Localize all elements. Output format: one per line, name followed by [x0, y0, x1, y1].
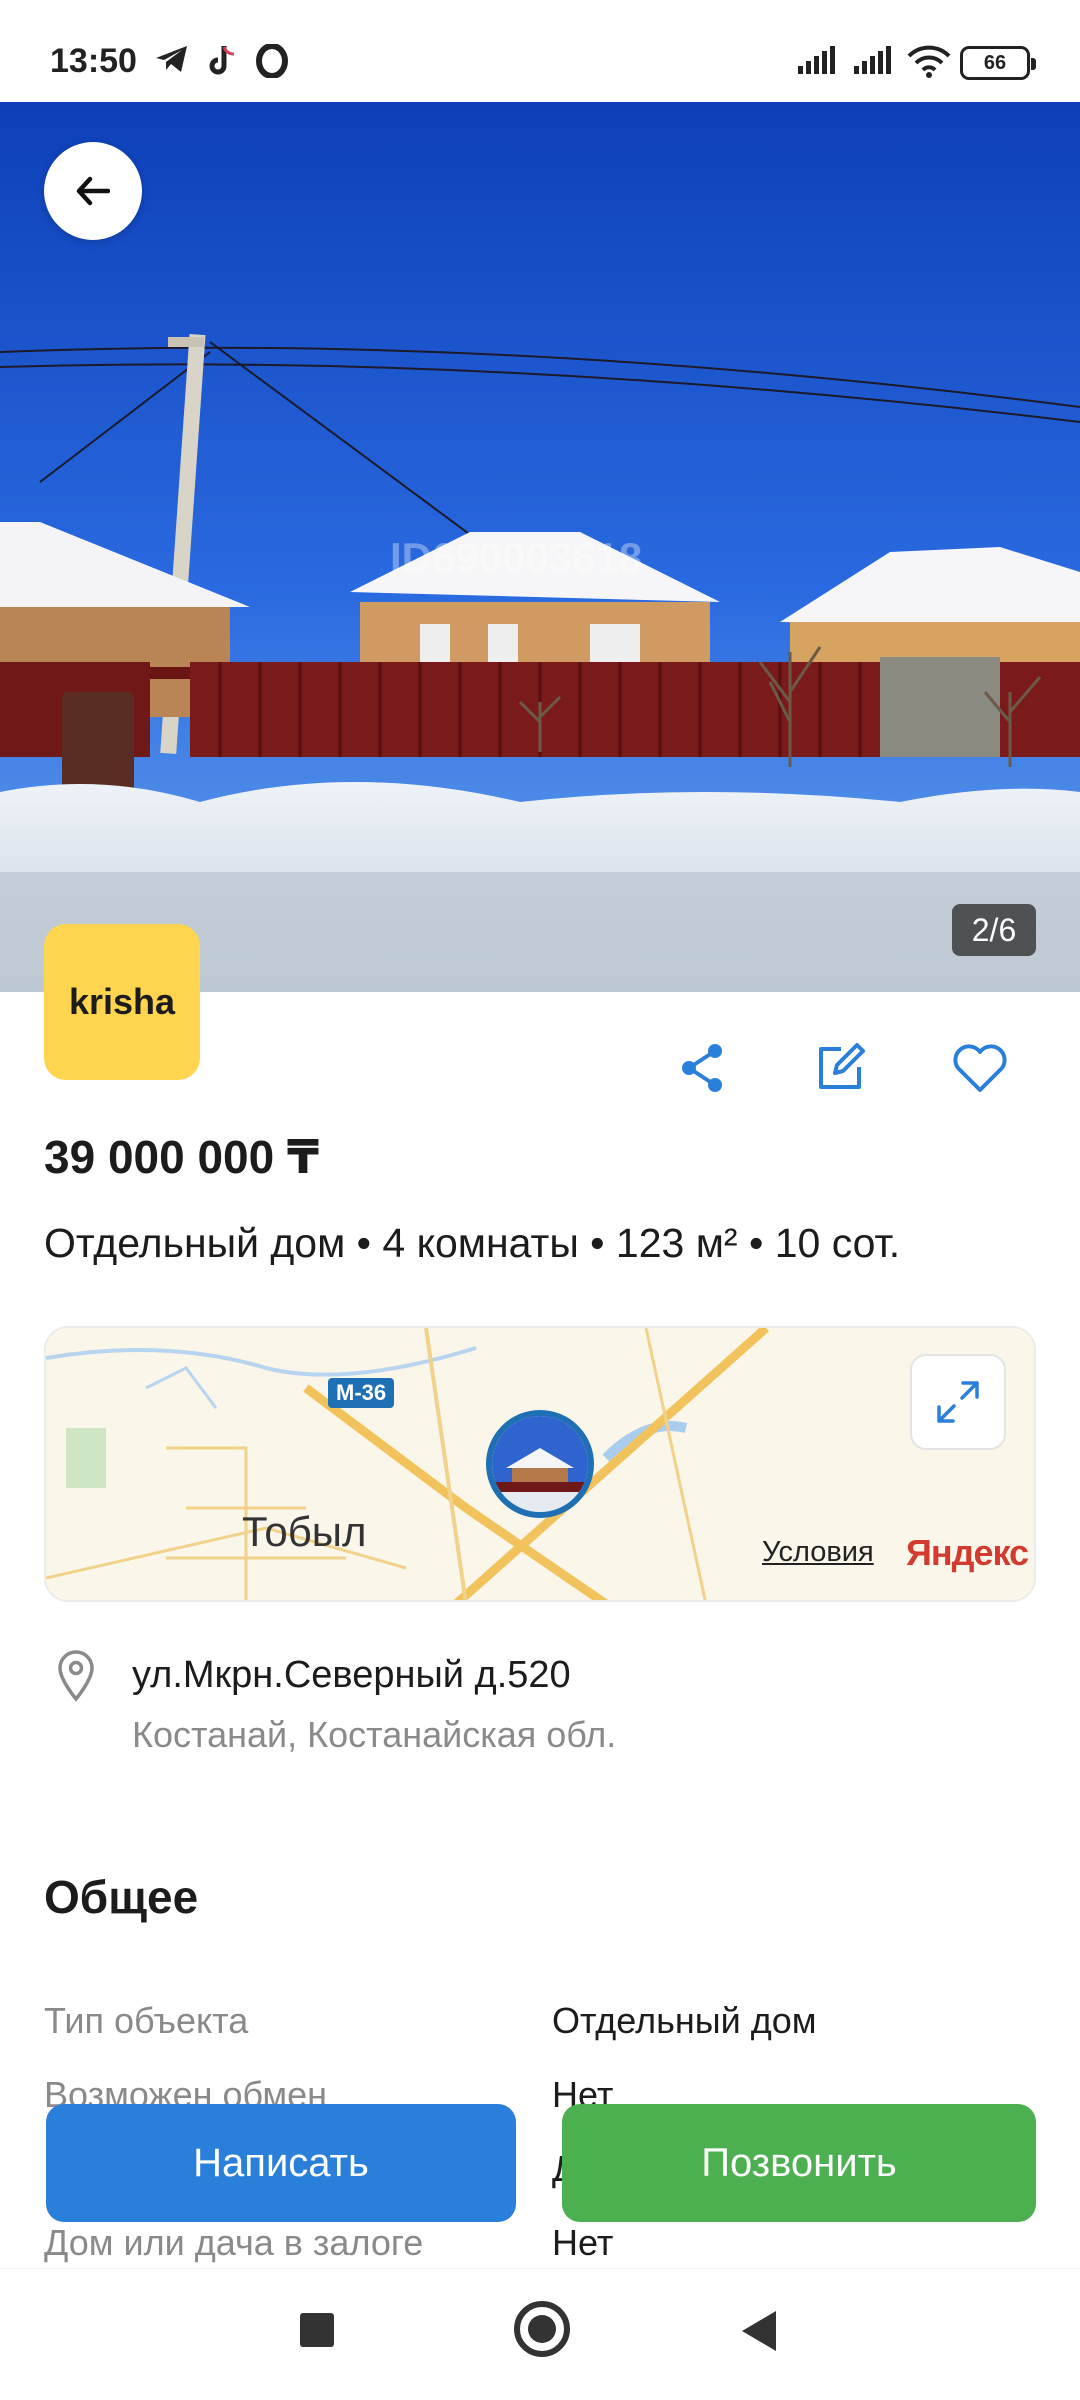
param-value: Отдельный дом — [552, 2000, 817, 2041]
section-title-general: Общее — [44, 1871, 199, 1923]
photo-watermark: ID690003618 — [390, 534, 642, 581]
call-button[interactable]: Позвонить — [562, 2104, 1036, 2222]
wifi-icon — [907, 45, 951, 78]
home-button[interactable] — [514, 2301, 570, 2357]
listing-summary: Отдельный дом • 4 комнаты • 123 м² • 10 … — [44, 1220, 901, 1266]
edit-note-icon — [819, 1043, 865, 1089]
share-icon — [682, 1044, 722, 1092]
location-pin-icon — [58, 1650, 94, 1702]
location-map[interactable]: М-36 Тобыл Условия Яндекс — [44, 1326, 1036, 1602]
share-button[interactable] — [670, 1036, 734, 1100]
param-label: Дом или дача в залоге — [44, 2222, 424, 2263]
house-photo-image: ID690003618 — [0, 102, 1080, 992]
map-road-label: М-36 — [328, 1378, 395, 1408]
back-button[interactable] — [44, 142, 142, 240]
photo-counter: 2/6 — [952, 904, 1036, 956]
write-message-button[interactable]: Написать — [46, 2104, 516, 2222]
opera-icon — [256, 44, 288, 78]
system-back-button[interactable] — [742, 2311, 776, 2351]
param-label: Тип объекта — [44, 2000, 249, 2041]
param-value: Нет — [552, 2222, 614, 2263]
map-location-pin[interactable] — [486, 1410, 594, 1518]
recent-apps-button[interactable] — [300, 2313, 334, 2347]
battery-indicator: 66 — [960, 46, 1036, 80]
address-city: Костанай, Костанайская обл. — [132, 1714, 617, 1755]
map-city-label: Тобыл — [242, 1508, 367, 1555]
krisha-logo: krisha — [44, 924, 200, 1080]
signal-icon-2 — [854, 46, 891, 74]
expand-map-button[interactable] — [910, 1354, 1006, 1450]
pin-photo-thumbnail — [492, 1416, 588, 1512]
tiktok-icon — [209, 46, 235, 75]
expand-icon — [937, 1381, 979, 1423]
listing-photo[interactable]: ID690003618 — [0, 102, 1080, 992]
status-time: 13:50 — [50, 42, 137, 80]
arrow-left-icon — [76, 176, 110, 206]
note-button[interactable] — [808, 1036, 872, 1100]
system-nav-bar — [0, 2268, 1080, 2400]
heart-icon — [953, 1044, 1007, 1092]
yandex-logo: Яндекс — [906, 1532, 1029, 1573]
favorite-button[interactable] — [948, 1036, 1012, 1100]
signal-icon-1 — [798, 46, 835, 74]
address-street: ул.Мкрн.Северный д.520 — [132, 1654, 571, 1696]
listing-price: 39 000 000 ₸ — [44, 1131, 320, 1183]
telegram-icon — [156, 46, 187, 72]
status-bar: 13:50 66 — [0, 0, 1080, 102]
map-terms-link[interactable]: Условия — [762, 1536, 874, 1569]
